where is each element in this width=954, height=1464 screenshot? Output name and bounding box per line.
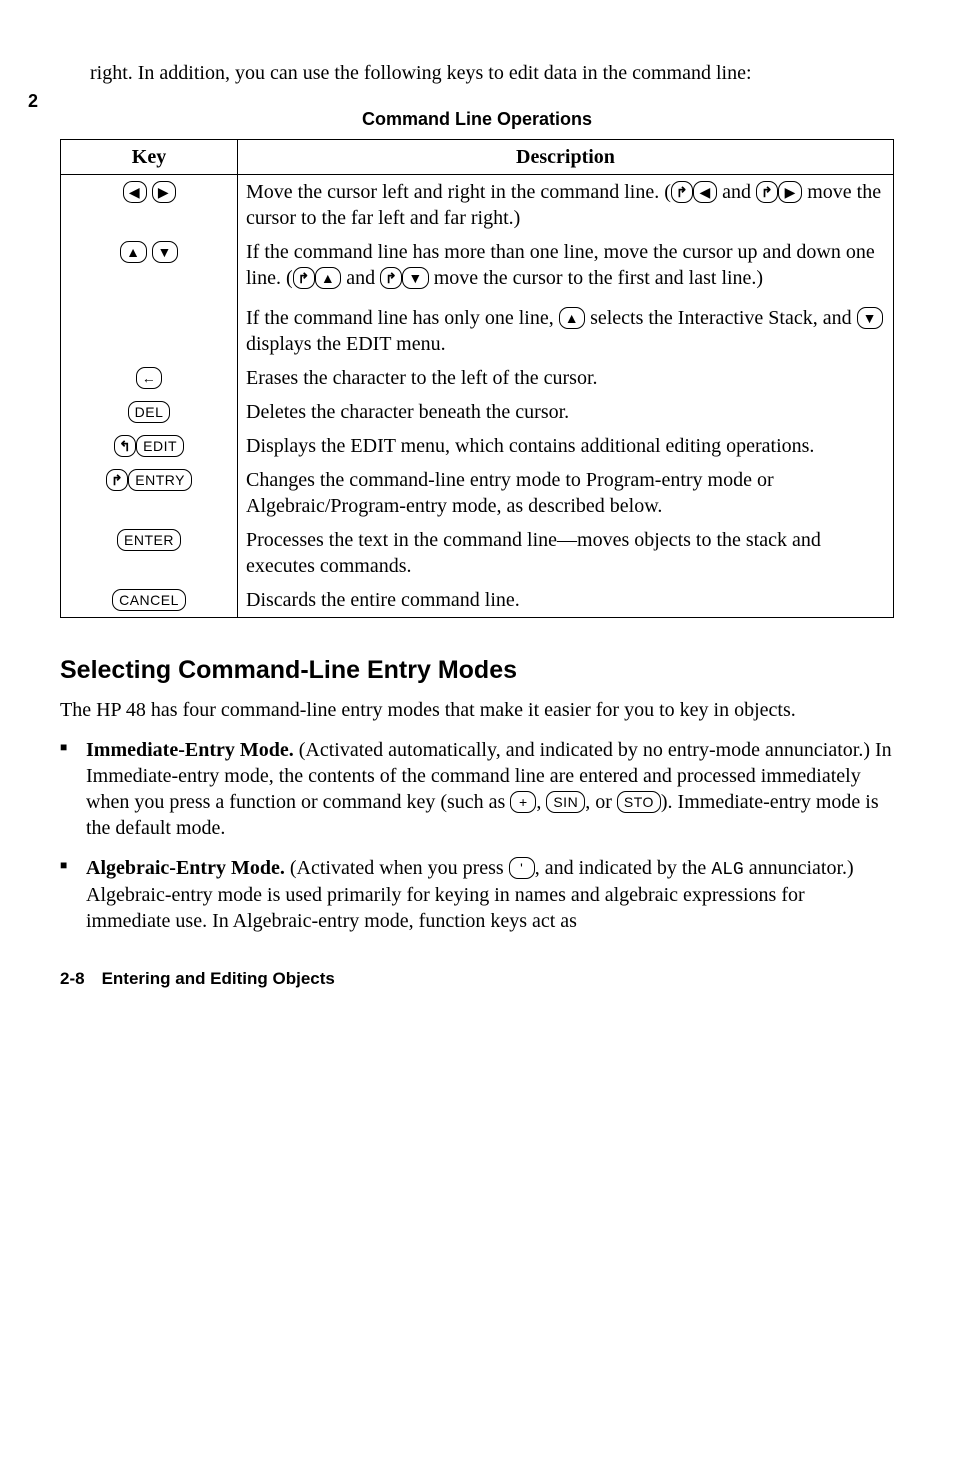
up-arrow-key-icon: ▲ <box>120 241 146 263</box>
command-line-operations-table: Key Description ◀ ▶ Move the cursor left… <box>60 139 894 618</box>
desc-text: selects the Interactive Stack, and <box>585 307 857 329</box>
del-key-icon: DEL <box>128 401 171 423</box>
th-key: Key <box>61 140 238 175</box>
mode-text: , and indicated by the <box>535 857 712 879</box>
up-arrow-key-icon: ▲ <box>559 307 585 329</box>
left-shift-key-icon: ↰ <box>114 435 136 457</box>
left-arrow-key-icon: ◀ <box>123 181 147 203</box>
desc-text: Changes the command-line entry mode to P… <box>238 463 894 523</box>
desc-text: and <box>341 267 380 289</box>
backspace-key-icon: ← <box>136 367 163 389</box>
down-arrow-key-icon: ▼ <box>152 241 178 263</box>
section-heading: Selecting Command-Line Entry Modes <box>60 654 894 687</box>
table-row: DEL Deletes the character beneath the cu… <box>61 395 894 429</box>
down-arrow-key-icon: ▼ <box>857 307 883 329</box>
up-arrow-key-icon: ▲ <box>315 267 341 289</box>
alg-annunciator: ALG <box>711 860 743 880</box>
desc-text: Displays the EDIT menu, which contains a… <box>238 429 894 463</box>
section-intro: The HP 48 has four command-line entry mo… <box>60 697 894 723</box>
plus-key-icon: + <box>510 791 536 813</box>
table-row: ◀ ▶ Move the cursor left and right in th… <box>61 175 894 236</box>
down-arrow-key-icon: ▼ <box>402 267 428 289</box>
desc-text: and <box>717 181 756 203</box>
right-arrow-key-icon: ▶ <box>152 181 176 203</box>
table-row: ↰EDIT Displays the EDIT menu, which cont… <box>61 429 894 463</box>
desc-text: Erases the character to the left of the … <box>238 361 894 395</box>
desc-text: Move the cursor left and right in the co… <box>246 181 671 203</box>
edit-key-icon: EDIT <box>136 435 184 457</box>
mode-name: Algebraic-Entry Mode. <box>86 857 285 879</box>
desc-text: Deletes the character beneath the cursor… <box>238 395 894 429</box>
right-shift-key-icon: ↱ <box>106 469 128 491</box>
table-row: CANCEL Discards the entire command line. <box>61 583 894 618</box>
table-title: Command Line Operations <box>60 108 894 131</box>
mode-name: Immediate-Entry Mode. <box>86 739 294 761</box>
mode-text: (Activated when you press <box>285 857 509 879</box>
desc-text: Discards the entire command line. <box>238 583 894 618</box>
right-shift-key-icon: ↱ <box>293 267 315 289</box>
desc-text: move the cursor to the first and last li… <box>429 267 763 289</box>
th-description: Description <box>238 140 894 175</box>
desc-text: If the command line has only one line, <box>246 307 559 329</box>
tick-key-icon: ' <box>509 857 535 879</box>
sto-key-icon: STO <box>617 791 661 813</box>
list-item: Algebraic-Entry Mode. (Activated when yo… <box>60 855 894 934</box>
mode-text: , <box>536 791 546 813</box>
right-shift-key-icon: ↱ <box>671 181 693 203</box>
entry-key-icon: ENTRY <box>128 469 192 491</box>
page-footer: 2-8 Entering and Editing Objects <box>60 968 894 990</box>
table-row: ENTER Processes the text in the command … <box>61 523 894 583</box>
table-row: ↱ENTRY Changes the command-line entry mo… <box>61 463 894 523</box>
cancel-key-icon: CANCEL <box>112 589 186 611</box>
intro-paragraph: right. In addition, you can use the foll… <box>90 60 894 86</box>
desc-text: displays the EDIT menu. <box>246 333 446 355</box>
desc-text: Processes the text in the command line—m… <box>238 523 894 583</box>
sin-key-icon: SIN <box>546 791 585 813</box>
modes-list: Immediate-Entry Mode. (Activated automat… <box>60 737 894 934</box>
table-row: ▲ ▼ If the command line has more than on… <box>61 235 894 361</box>
mode-text: , or <box>585 791 617 813</box>
table-row: ← Erases the character to the left of th… <box>61 361 894 395</box>
right-shift-key-icon: ↱ <box>380 267 402 289</box>
right-shift-key-icon: ↱ <box>756 181 778 203</box>
enter-key-icon: ENTER <box>117 529 181 551</box>
left-arrow-key-icon: ◀ <box>693 181 717 203</box>
page-number: 2 <box>28 90 38 113</box>
list-item: Immediate-Entry Mode. (Activated automat… <box>60 737 894 841</box>
right-arrow-key-icon: ▶ <box>778 181 802 203</box>
